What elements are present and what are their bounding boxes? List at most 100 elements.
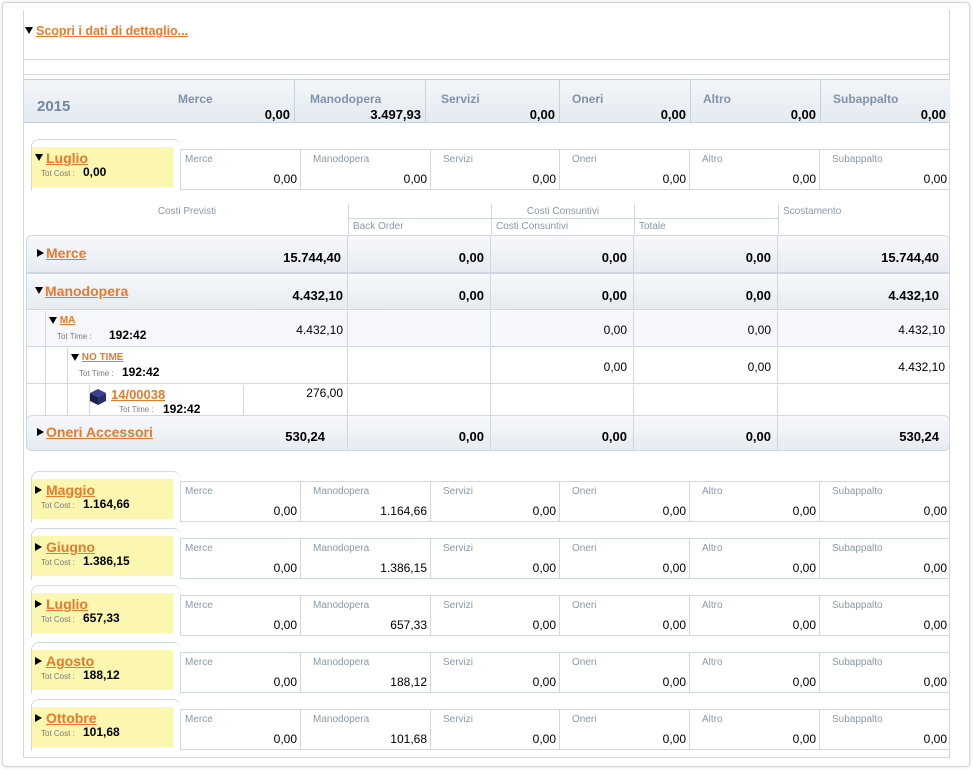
cost-label: Manodopera	[313, 714, 370, 725]
cost-label: Merce	[185, 154, 213, 165]
cost-label: Merce	[185, 714, 213, 725]
discover-details-link[interactable]: Scopri i dati di dettaglio...	[36, 24, 188, 38]
cost-value: 0,00	[792, 675, 816, 689]
cost-value: 0,00	[273, 732, 297, 746]
cost-value: 1.386,15	[380, 561, 427, 575]
divider	[24, 59, 950, 60]
cost-label: Altro	[702, 714, 723, 725]
cost-value: 1.164,66	[380, 504, 427, 518]
year-cell-label: Oneri	[572, 92, 604, 106]
detail-row-oneri-accessori: Oneri Accessori 530,24 0,00 0,00 0,00 53…	[26, 415, 950, 451]
cost-value: 0,00	[532, 172, 556, 186]
expand-arrow-icon[interactable]	[35, 714, 42, 722]
cost-cell: Oneri 0,00	[559, 653, 689, 693]
detail-row-merce: Merce 15.744,40 0,00 0,00 0,00 15.744,40	[27, 236, 949, 272]
month-link[interactable]: Luglio	[46, 596, 88, 612]
cost-cell: Altro 0,00	[689, 482, 819, 522]
month-link[interactable]: Maggio	[46, 482, 95, 498]
tot-time-value: 192:42	[122, 365, 160, 379]
cost-cell: Manodopera 1.164,66	[300, 482, 430, 522]
cost-value: 0,00	[532, 561, 556, 575]
value-costi-consuntivi: 0,00	[601, 429, 627, 444]
month-link[interactable]: Giugno	[46, 539, 95, 555]
cost-value: 0,00	[532, 675, 556, 689]
month-row-ottobre: Ottobre Tot Cost : 101,68 Merce 0,00 Mano…	[31, 699, 950, 751]
year-cell-merce: Merce 0,00	[178, 80, 294, 123]
tot-cost-value: 188,12	[83, 668, 120, 682]
discover-details-toggle[interactable]: Scopri i dati di dettaglio...	[25, 24, 188, 38]
year-cell-value: 0,00	[264, 107, 290, 122]
cost-value: 0,00	[662, 675, 686, 689]
month-link[interactable]: Luglio	[46, 150, 88, 166]
header-scostamento: Scostamento	[778, 204, 950, 234]
value-totale: 0,00	[745, 429, 771, 444]
value-costi-consuntivi: 0,00	[603, 323, 627, 337]
tot-cost-label: Tot Cost :	[41, 615, 75, 624]
collapse-arrow-icon[interactable]	[71, 353, 79, 361]
tot-time-label: Tot Time :	[119, 405, 154, 414]
collapse-arrow-icon	[25, 27, 33, 35]
month-row-maggio: Maggio Tot Cost : 1.164,66 Merce 0,00 Man…	[31, 471, 950, 523]
month-cost-cells: Merce 0,00 Manodopera 657,33 Servizi 0,00 O…	[180, 595, 950, 636]
month-link[interactable]: Agosto	[46, 653, 94, 669]
header-totale: Totale	[634, 204, 778, 234]
value-costi-previsti: 15.744,40	[283, 250, 341, 265]
month-cost-cells: Merce 0,00 Manodopera 101,68 Servizi 0,00 O…	[180, 709, 950, 750]
cost-value: 0,00	[923, 172, 947, 186]
tot-cost-value: 0,00	[83, 165, 107, 179]
expand-arrow-icon[interactable]	[35, 543, 42, 551]
value-costi-previsti: 4.432,10	[296, 323, 343, 337]
value-totale: 0,00	[745, 288, 771, 303]
year-cell-value: 0,00	[660, 107, 686, 122]
item-link[interactable]: 14/00038	[111, 387, 165, 402]
cost-cell: Merce 0,00	[180, 653, 300, 693]
year-cell-label: Manodopera	[310, 92, 382, 106]
month-name-box: Giugno Tot Cost : 1.386,15	[32, 536, 173, 576]
cost-cell: Servizi 0,00	[430, 482, 559, 522]
month-row-luglio-expanded: Luglio Tot Cost : 0,00 Merce 0,00 Manodop…	[31, 139, 950, 191]
cost-cell: Subappalto 0,00	[819, 596, 950, 636]
header-costi-previsti: Costi Previsti	[157, 206, 217, 217]
expand-arrow-icon[interactable]	[35, 600, 42, 608]
expand-arrow-icon[interactable]	[35, 486, 42, 494]
cost-cell: Oneri 0,00	[559, 539, 689, 579]
cost-label: Servizi	[443, 543, 474, 554]
cost-label: Merce	[185, 543, 213, 554]
detail-row-no-time: NO TIME Tot Time : 192:42 0,00 0,00 4.43…	[27, 348, 949, 418]
cost-value: 0,00	[273, 504, 297, 518]
month-link[interactable]: Ottobre	[46, 710, 97, 726]
expand-arrow-icon[interactable]	[35, 657, 42, 665]
cost-cell: Subappalto 0,00	[819, 150, 950, 190]
cost-cell: Merce 0,00	[180, 482, 300, 522]
cost-value: 0,00	[923, 732, 947, 746]
group-link[interactable]: NO TIME	[82, 352, 124, 363]
cost-value: 0,00	[532, 732, 556, 746]
cost-label: Oneri	[572, 657, 597, 668]
cost-value: 0,00	[403, 172, 427, 186]
collapse-arrow-icon[interactable]	[35, 154, 43, 161]
cost-label: Subappalto	[832, 657, 883, 668]
cost-value: 188,12	[390, 675, 427, 689]
tot-cost-value: 101,68	[83, 725, 120, 739]
year-cell-label: Merce	[178, 92, 213, 106]
window-frame: Scopri i dati di dettaglio... 2015 Merce…	[2, 2, 970, 767]
row-toggle[interactable]: NO TIME	[71, 352, 123, 363]
cost-value: 0,00	[662, 172, 686, 186]
cost-label: Oneri	[572, 543, 597, 554]
value-scostamento: 4.432,10	[888, 288, 939, 303]
cost-label: Altro	[702, 543, 723, 554]
cost-cell: Merce 0,00	[180, 596, 300, 636]
cost-label: Subappalto	[832, 154, 883, 165]
cost-cell: Servizi 0,00	[430, 150, 559, 190]
cost-label: Servizi	[443, 600, 474, 611]
cost-label: Oneri	[572, 154, 597, 165]
cost-value: 0,00	[273, 561, 297, 575]
tot-time-label: Tot Time :	[79, 369, 114, 378]
cost-label: Subappalto	[832, 486, 883, 497]
year-cell-value: 3.497,93	[370, 107, 421, 122]
cost-cell: Manodopera 188,12	[300, 653, 430, 693]
cost-cell: Oneri 0,00	[559, 596, 689, 636]
cost-cell: Subappalto 0,00	[819, 482, 950, 522]
tot-cost-value: 657,33	[83, 611, 120, 625]
cost-label: Subappalto	[832, 543, 883, 554]
